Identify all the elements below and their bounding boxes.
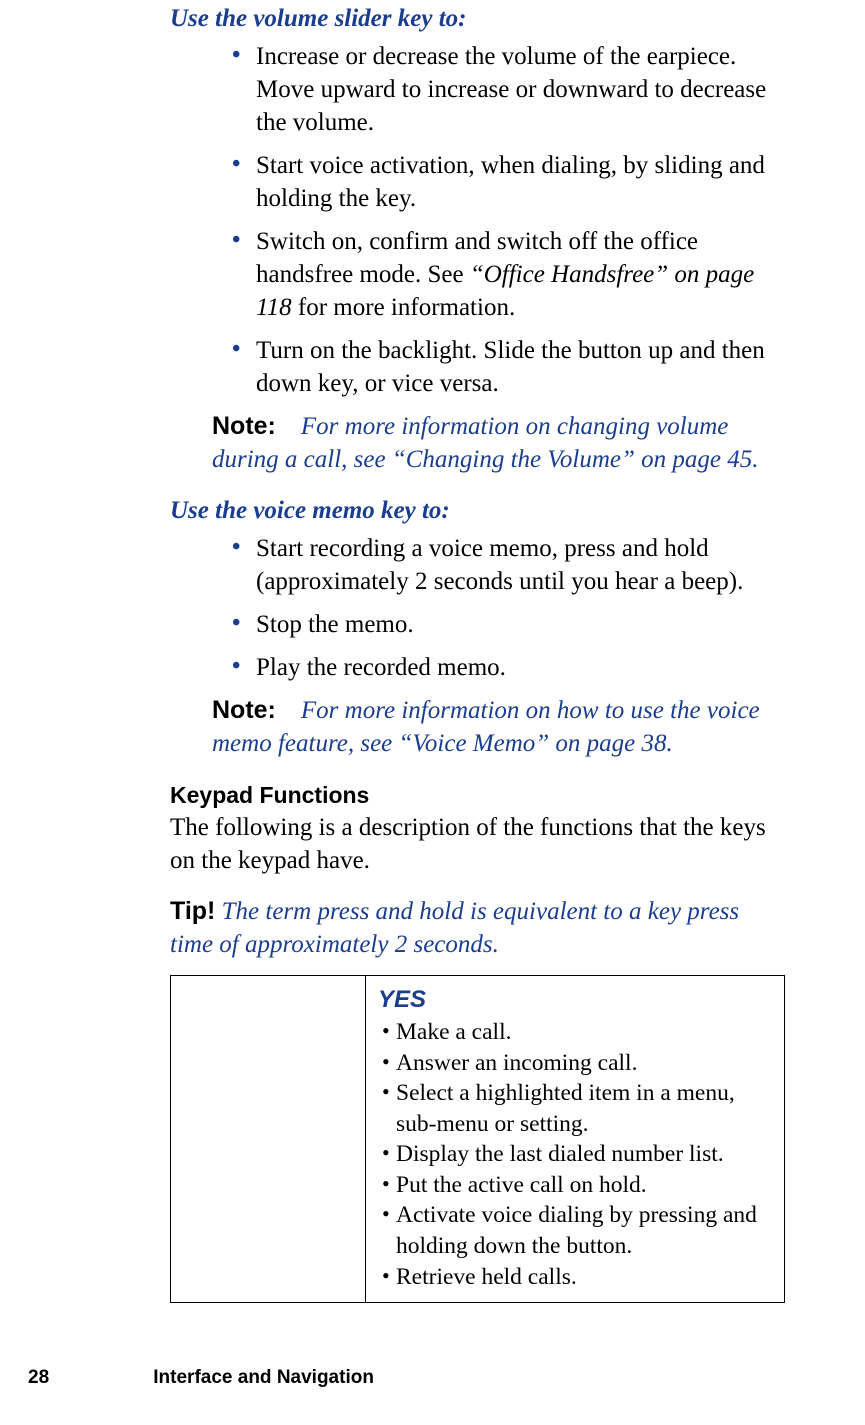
- list-item-text: Make a call.: [396, 1019, 511, 1045]
- list-item-text: Display the last dialed number list.: [396, 1141, 724, 1167]
- section-heading-voice-memo: Use the voice memo key to:: [170, 496, 785, 526]
- list-item: Play the recorded memo.: [232, 651, 785, 684]
- page: Use the volume slider key to: Increase o…: [0, 0, 865, 1425]
- list-item: Make a call.: [378, 1017, 772, 1048]
- key-icon-cell: [171, 976, 366, 1303]
- tip-label: Tip!: [170, 897, 215, 925]
- keypad-table: YES Make a call. Answer an incoming call…: [170, 975, 785, 1303]
- key-description-cell: YES Make a call. Answer an incoming call…: [366, 976, 785, 1303]
- list-item-text: Put the active call on hold.: [396, 1172, 647, 1198]
- keypad-functions-intro: The following is a description of the fu…: [170, 811, 785, 877]
- key-name-yes: YES: [378, 984, 772, 1015]
- volume-slider-list: Increase or decrease the volume of the e…: [170, 40, 785, 400]
- list-item-text: Retrieve held calls.: [396, 1264, 577, 1290]
- page-footer: 28 Interface and Navigation: [28, 1367, 785, 1389]
- table-row: YES Make a call. Answer an incoming call…: [171, 976, 785, 1303]
- voice-memo-list: Start recording a voice memo, press and …: [170, 532, 785, 684]
- note-label: Note:: [212, 696, 276, 724]
- keypad-functions-heading: Keypad Functions: [170, 782, 785, 809]
- note-text: For more information on how to use the v…: [212, 697, 760, 757]
- list-item: Select a highlighted item in a menu, sub…: [378, 1078, 772, 1139]
- page-number: 28: [28, 1367, 148, 1389]
- list-item: Answer an incoming call.: [378, 1048, 772, 1079]
- note-label: Note:: [212, 412, 276, 440]
- list-item-text: Increase or decrease the volume of the e…: [256, 43, 766, 136]
- list-item-text: Start recording a voice memo, press and …: [256, 535, 743, 595]
- list-item: Display the last dialed number list.: [378, 1139, 772, 1170]
- section-heading-volume-slider: Use the volume slider key to:: [170, 4, 785, 34]
- list-item: Increase or decrease the volume of the e…: [232, 40, 785, 139]
- content-area: Use the volume slider key to: Increase o…: [170, 0, 785, 1303]
- list-item: Activate voice dialing by pressing and h…: [378, 1200, 772, 1261]
- tip-block: Tip! The term press and hold is equivale…: [170, 895, 785, 961]
- list-item-text: Turn on the backlight. Slide the button …: [256, 337, 765, 397]
- list-item-text: Activate voice dialing by pressing and h…: [396, 1202, 757, 1259]
- list-item: Retrieve held calls.: [378, 1262, 772, 1293]
- note-voice-memo: Note: For more information on how to use…: [212, 694, 785, 760]
- list-item: Start voice activation, when dialing, by…: [232, 149, 785, 215]
- list-item-text-post: for more information.: [292, 294, 516, 321]
- tip-text: The term press and hold is equivalent to…: [170, 898, 739, 958]
- list-item-text: Stop the memo.: [256, 611, 414, 638]
- list-item-text: Play the recorded memo.: [256, 654, 506, 681]
- list-item: Put the active call on hold.: [378, 1170, 772, 1201]
- list-item-text: Select a highlighted item in a menu, sub…: [396, 1080, 735, 1137]
- note-volume: Note: For more information on changing v…: [212, 410, 785, 476]
- yes-key-functions: Make a call. Answer an incoming call. Se…: [378, 1017, 772, 1292]
- list-item-text: Answer an incoming call.: [396, 1050, 637, 1076]
- list-item: Stop the memo.: [232, 608, 785, 641]
- list-item: Switch on, confirm and switch off the of…: [232, 225, 785, 324]
- list-item-text: Start voice activation, when dialing, by…: [256, 152, 765, 212]
- list-item: Turn on the backlight. Slide the button …: [232, 334, 785, 400]
- footer-title: Interface and Navigation: [153, 1367, 374, 1388]
- list-item: Start recording a voice memo, press and …: [232, 532, 785, 598]
